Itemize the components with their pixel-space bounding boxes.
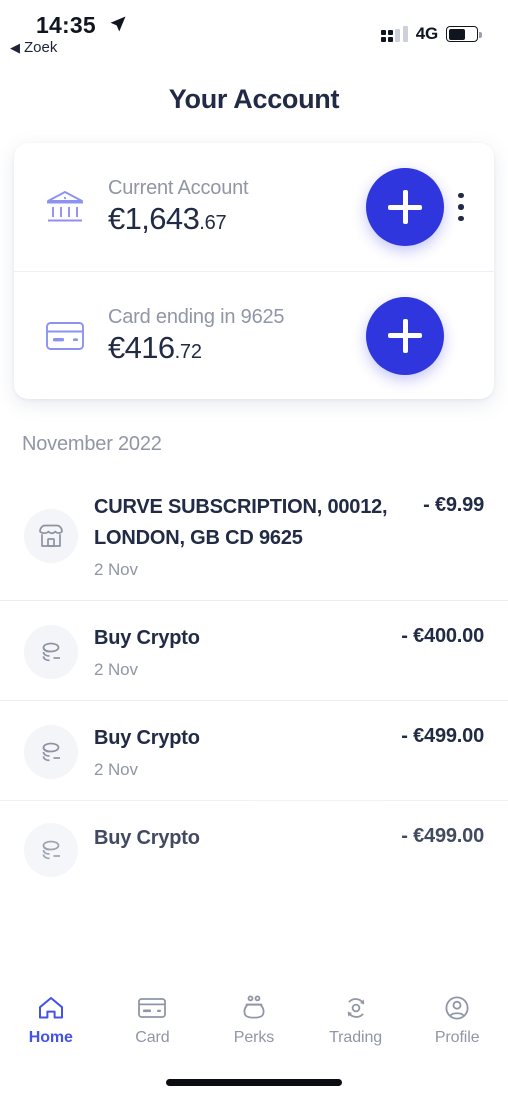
back-caret-icon: ◀ [10, 40, 20, 55]
status-indicators: 4G [380, 24, 482, 44]
home-icon [38, 997, 63, 1019]
add-money-button-current[interactable] [366, 168, 444, 246]
transaction-amount: - €9.99 [423, 494, 484, 516]
back-to-search-button[interactable]: ◀ Zoek [10, 39, 57, 56]
back-label: Zoek [24, 39, 58, 56]
account-balance: €1,643.67 [108, 201, 366, 237]
account-details-card: Card ending in 9625 €416.72 [88, 306, 366, 366]
transaction-row[interactable]: Buy Crypto 2 Nov - €499.00 [0, 700, 508, 800]
transaction-title: Buy Crypto [94, 827, 200, 849]
tab-profile[interactable]: Profile [406, 994, 508, 1047]
tab-label: Trading [329, 1029, 383, 1046]
location-arrow-icon [110, 16, 126, 32]
tab-card[interactable]: Card [102, 994, 204, 1047]
transactions-list: CURVE SUBSCRIPTION, 00012, LONDON, GB CD… [0, 470, 508, 897]
add-money-button-card[interactable] [366, 296, 444, 375]
account-row-card[interactable]: Card ending in 9625 €416.72 [14, 271, 494, 399]
status-time: 14:35 [36, 12, 96, 38]
balance-cents: .72 [174, 340, 202, 363]
home-indicator [166, 1079, 342, 1086]
plus-icon [388, 190, 422, 224]
status-bar: 14:35 ◀ Zoek 4G [0, 0, 508, 62]
transaction-details: CURVE SUBSCRIPTION, 00012, LONDON, GB CD… [94, 492, 423, 580]
refresh-circle-icon [347, 998, 364, 1018]
transaction-details: Buy Crypto 2 Nov [94, 723, 401, 780]
account-more-options-button[interactable] [444, 192, 478, 222]
transaction-details: Buy Crypto [94, 823, 401, 860]
bottom-tab-bar: Home Card Perks Trading Profile [0, 982, 508, 1100]
credit-card-icon [42, 320, 88, 352]
balance-cents: .67 [199, 212, 227, 235]
transactions-month-header: November 2022 [22, 433, 162, 455]
account-label: Current Account [108, 177, 249, 200]
transactions-scroll-area[interactable]: November 2022 CURVE SUBSCRIPTION, 00012,… [0, 399, 508, 897]
store-icon [24, 509, 78, 563]
coins-minus-icon [24, 624, 78, 679]
plus-icon [388, 318, 422, 353]
transaction-date: 2 Nov [94, 560, 138, 579]
account-balance: €416.72 [108, 329, 366, 366]
transaction-date: 2 Nov [94, 760, 138, 779]
card-icon [138, 998, 167, 1018]
coins-minus-icon [24, 724, 78, 779]
transaction-title: CURVE SUBSCRIPTION, 00012, LONDON, GB CD… [94, 496, 388, 549]
balance-whole: €416 [108, 329, 175, 365]
transaction-date: 2 Nov [94, 660, 138, 679]
accounts-card: Current Account €1,643.67 Card ending in… [14, 143, 494, 399]
tab-trading[interactable]: Trading [305, 994, 407, 1047]
tab-label: Perks [233, 1029, 275, 1046]
battery-icon [446, 26, 482, 42]
transaction-title: Buy Crypto [94, 727, 200, 749]
transaction-amount: - €499.00 [401, 825, 484, 847]
tab-label: Profile [434, 1029, 480, 1046]
coins-minus-icon [24, 823, 78, 877]
tab-home[interactable]: Home [0, 994, 102, 1047]
purse-icon [243, 995, 265, 1019]
transaction-row[interactable]: Buy Crypto - €499.00 [0, 800, 508, 897]
transaction-row[interactable]: Buy Crypto 2 Nov - €400.00 [0, 600, 508, 700]
list-fade-overlay [0, 940, 508, 982]
transaction-amount: - €499.00 [401, 725, 484, 747]
balance-whole: €1,643 [108, 201, 200, 237]
transaction-title: Buy Crypto [94, 627, 200, 649]
person-circle-icon [445, 996, 469, 1020]
transaction-details: Buy Crypto 2 Nov [94, 623, 401, 680]
bank-icon [42, 188, 88, 226]
account-details-current: Current Account €1,643.67 [88, 177, 366, 237]
tab-label: Home [28, 1029, 73, 1046]
transaction-amount: - €400.00 [401, 625, 484, 647]
tab-label: Card [135, 1029, 170, 1046]
page-title: Your Account [168, 84, 340, 114]
account-label: Card ending in 9625 [108, 305, 285, 328]
signal-strength-icon [380, 26, 408, 42]
tab-perks[interactable]: Perks [203, 994, 305, 1047]
account-row-current[interactable]: Current Account €1,643.67 [14, 143, 494, 271]
transaction-row[interactable]: CURVE SUBSCRIPTION, 00012, LONDON, GB CD… [0, 470, 508, 600]
network-type-label: 4G [415, 24, 438, 43]
